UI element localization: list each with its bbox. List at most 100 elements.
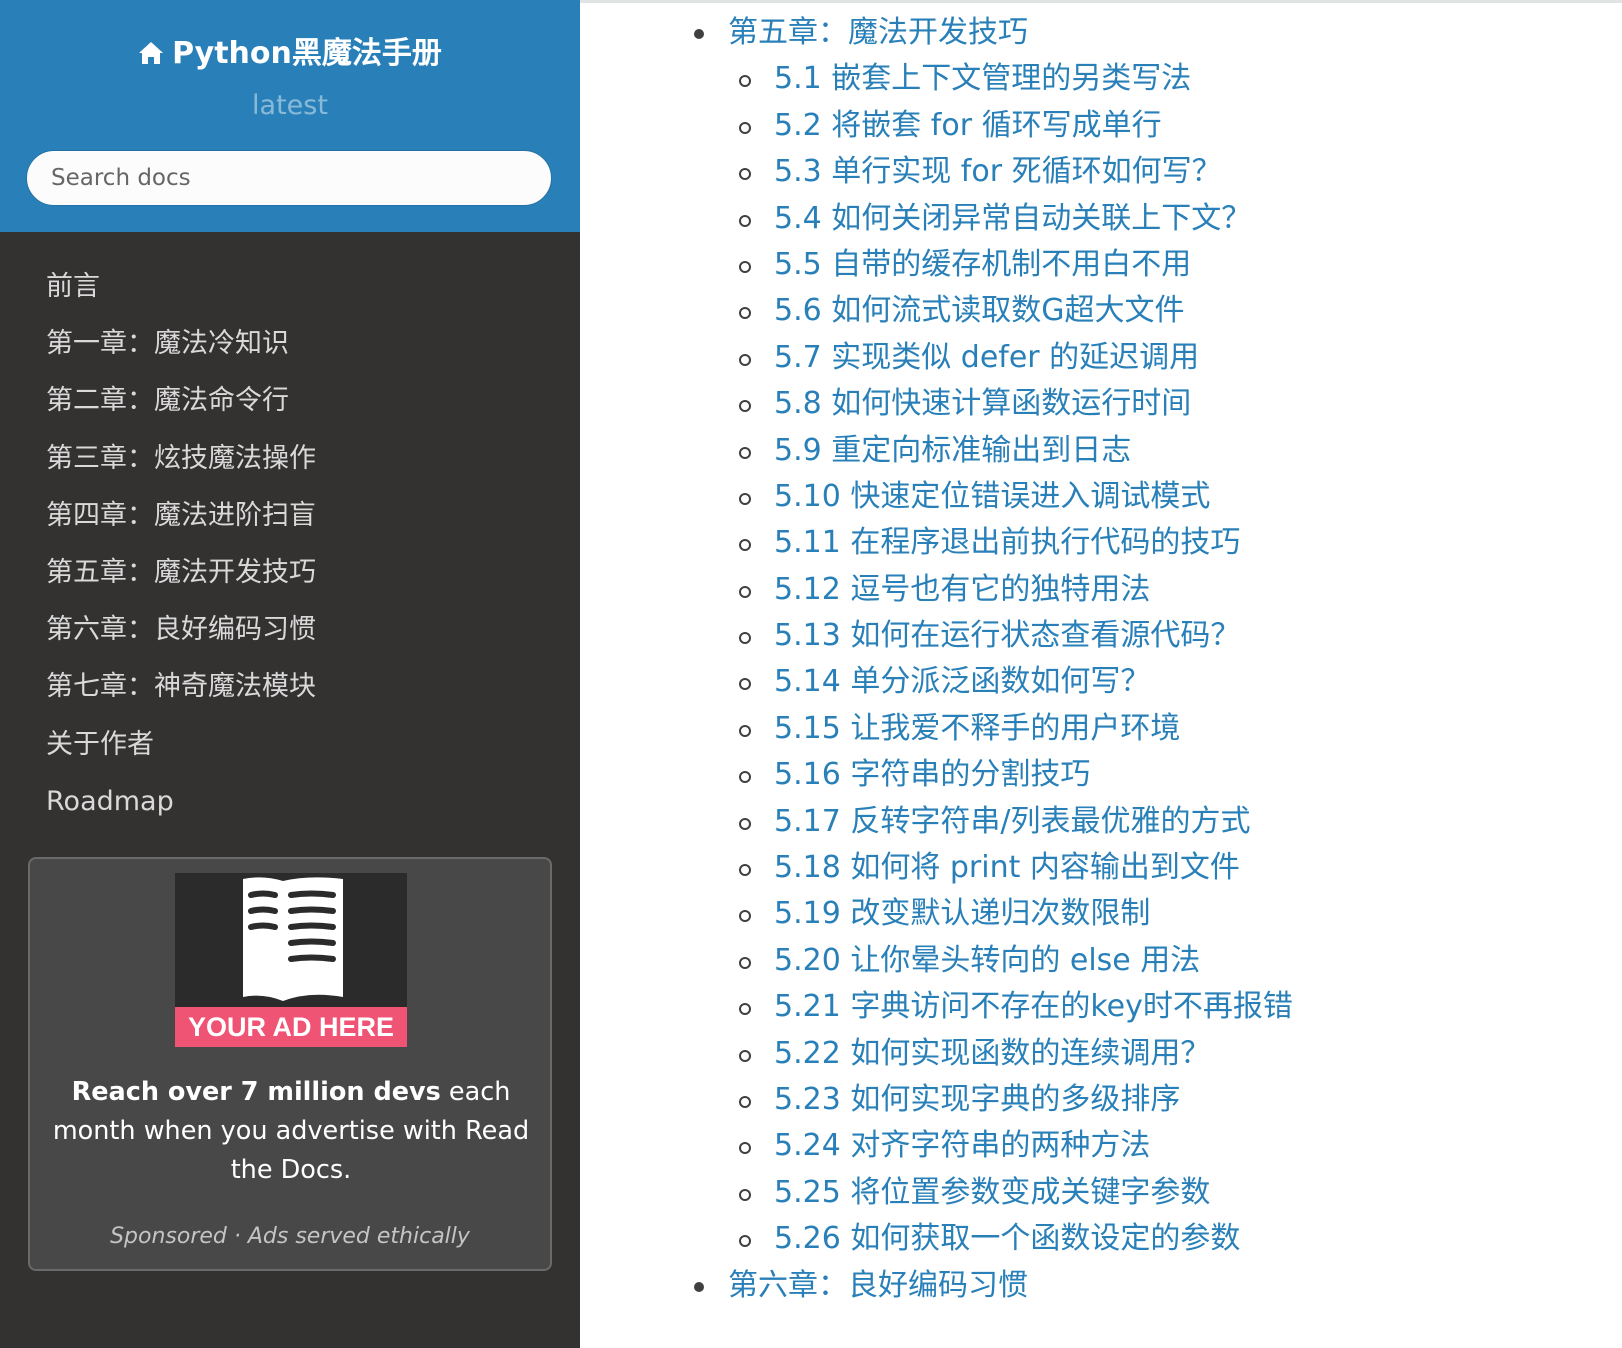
toc-section-label: 5.18 如何将 print 内容输出到文件 xyxy=(774,850,1240,886)
toc-section-label: 5.13 如何在运行状态查看源代码？ xyxy=(774,618,1241,654)
circle-bullet-icon xyxy=(739,1003,751,1016)
ad-text[interactable]: Reach over 7 million devs each month whe… xyxy=(40,1073,542,1190)
toc-section-label: 5.20 让你晕头转向的 else 用法 xyxy=(774,942,1201,978)
circle-bullet-icon xyxy=(739,446,751,459)
sidebar-item-chapter-7[interactable]: 第七章：神奇魔法模块 xyxy=(0,658,580,715)
circle-bullet-icon xyxy=(739,678,751,691)
sponsored-ad[interactable]: YOUR AD HERE Reach over 7 million devs e… xyxy=(28,857,552,1271)
toc-section-label: 5.22 如何实现函数的连续调用？ xyxy=(774,1035,1211,1071)
sidebar-item-preface[interactable]: 前言 xyxy=(0,258,580,315)
toc-section-link[interactable]: 5.19 改变默认递归次数限制 xyxy=(690,891,1610,937)
search-input[interactable] xyxy=(26,150,552,206)
sidebar-item-chapter-6[interactable]: 第六章：良好编码习惯 xyxy=(0,601,580,658)
circle-bullet-icon xyxy=(739,910,751,923)
toc-section-label: 5.7 实现类似 defer 的延迟调用 xyxy=(774,339,1200,375)
ad-ethical-link[interactable]: Ads served ethically xyxy=(248,1224,470,1249)
toc-section-label: 5.26 如何获取一个函数设定的参数 xyxy=(774,1221,1241,1257)
content-top-border xyxy=(580,0,1622,3)
ad-sponsored-label: Sponsored xyxy=(110,1224,227,1249)
toc-section-label: 5.25 将位置参数变成关键字参数 xyxy=(774,1174,1211,1210)
toc-section-link[interactable]: 5.25 将位置参数变成关键字参数 xyxy=(690,1170,1610,1216)
toc-section-label: 5.16 字符串的分割技巧 xyxy=(774,757,1091,793)
toc-section-label: 5.8 如何快速计算函数运行时间 xyxy=(774,386,1192,422)
circle-bullet-icon xyxy=(739,492,751,505)
ad-image[interactable]: YOUR AD HERE xyxy=(175,873,407,1047)
toc-section-link[interactable]: 5.18 如何将 print 内容输出到文件 xyxy=(690,845,1610,891)
toc-section-link[interactable]: 5.23 如何实现字典的多级排序 xyxy=(690,1077,1610,1123)
toc-section-link[interactable]: 5.6 如何流式读取数G超大文件 xyxy=(690,288,1610,334)
toc-section-link[interactable]: 5.12 逗号也有它的独特用法 xyxy=(690,567,1610,613)
sidebar-item-chapter-4[interactable]: 第四章：魔法进阶扫盲 xyxy=(0,487,580,544)
toc-section-link[interactable]: 5.10 快速定位错误进入调试模式 xyxy=(690,474,1610,520)
circle-bullet-icon xyxy=(739,956,751,969)
toc-section-link[interactable]: 5.3 单行实现 for 死循环如何写？ xyxy=(690,149,1610,195)
circle-bullet-icon xyxy=(739,771,751,784)
circle-bullet-icon xyxy=(739,214,751,227)
toc-section-link[interactable]: 5.2 将嵌套 for 循环写成单行 xyxy=(690,103,1610,149)
toc-section-label: 5.10 快速定位错误进入调试模式 xyxy=(774,478,1211,514)
toc-section-label: 5.24 对齐字符串的两种方法 xyxy=(774,1128,1151,1164)
book-icon xyxy=(243,877,343,1001)
circle-bullet-icon xyxy=(739,1188,751,1201)
sidebar-item-about-author[interactable]: 关于作者 xyxy=(0,716,580,773)
circle-bullet-icon xyxy=(739,632,751,645)
bullet-icon xyxy=(694,29,704,39)
sidebar-item-chapter-2[interactable]: 第二章：魔法命令行 xyxy=(0,372,580,429)
toc-section-link[interactable]: 5.1 嵌套上下文管理的另类写法 xyxy=(690,56,1610,102)
toc-chapter-6[interactable]: 第六章：良好编码习惯 xyxy=(690,1263,1610,1309)
toc-section-link[interactable]: 5.20 让你晕头转向的 else 用法 xyxy=(690,938,1610,984)
circle-bullet-icon xyxy=(739,260,751,273)
toc-section-label: 5.23 如何实现字典的多级排序 xyxy=(774,1081,1181,1117)
toc-chapter-6-label: 第六章：良好编码习惯 xyxy=(728,1267,1028,1303)
toc-section-link[interactable]: 5.13 如何在运行状态查看源代码？ xyxy=(690,613,1610,659)
toc-section-link[interactable]: 5.11 在程序退出前执行代码的技巧 xyxy=(690,520,1610,566)
ad-footer: Sponsored · Ads served ethically xyxy=(30,1221,550,1253)
toc-section-label: 5.11 在程序退出前执行代码的技巧 xyxy=(774,525,1241,561)
toc-section-link[interactable]: 5.22 如何实现函数的连续调用？ xyxy=(690,1031,1610,1077)
circle-bullet-icon xyxy=(739,353,751,366)
project-title-link[interactable]: Python黑魔法手册 xyxy=(0,32,580,76)
toc-section-link[interactable]: 5.5 自带的缓存机制不用白不用 xyxy=(690,242,1610,288)
toc-section-link[interactable]: 5.21 字典访问不存在的key时不再报错 xyxy=(690,984,1610,1030)
toc-section-label: 5.15 让我爱不释手的用户环境 xyxy=(774,710,1181,746)
toc-section-link[interactable]: 5.8 如何快速计算函数运行时间 xyxy=(690,381,1610,427)
toc-section-link[interactable]: 5.14 单分派泛函数如何写？ xyxy=(690,659,1610,705)
toc-section-label: 5.4 如何关闭异常自动关联上下文？ xyxy=(774,200,1252,236)
sidebar-item-chapter-1[interactable]: 第一章：魔法冷知识 xyxy=(0,315,580,372)
circle-bullet-icon xyxy=(739,75,751,88)
circle-bullet-icon xyxy=(739,1095,751,1108)
project-title: Python黑魔法手册 xyxy=(172,36,442,71)
circle-bullet-icon xyxy=(739,121,751,134)
toc-section-link[interactable]: 5.24 对齐字符串的两种方法 xyxy=(690,1123,1610,1169)
toc-section-label: 5.17 反转字符串/列表最优雅的方式 xyxy=(774,803,1251,839)
ad-banner: YOUR AD HERE xyxy=(175,1007,407,1047)
bullet-icon xyxy=(694,1281,704,1292)
toc-section-link[interactable]: 5.26 如何获取一个函数设定的参数 xyxy=(690,1216,1610,1262)
toc-section-link[interactable]: 5.16 字符串的分割技巧 xyxy=(690,752,1610,798)
toc-section-link[interactable]: 5.17 反转字符串/列表最优雅的方式 xyxy=(690,799,1610,845)
toc-section-link[interactable]: 5.4 如何关闭异常自动关联上下文？ xyxy=(690,196,1610,242)
sidebar-item-roadmap[interactable]: Roadmap xyxy=(0,773,580,830)
toc-section-label: 5.2 将嵌套 for 循环写成单行 xyxy=(774,107,1162,143)
sidebar-nav: 前言 第一章：魔法冷知识 第二章：魔法命令行 第三章：炫技魔法操作 第四章：魔法… xyxy=(0,258,580,830)
circle-bullet-icon xyxy=(739,1142,751,1155)
circle-bullet-icon xyxy=(739,1049,751,1062)
toc-section-label: 5.9 重定向标准输出到日志 xyxy=(774,432,1132,468)
toc-section-label: 5.1 嵌套上下文管理的另类写法 xyxy=(774,61,1192,97)
toc-sections: 5.1 嵌套上下文管理的另类写法 5.2 将嵌套 for 循环写成单行 5.3 单行… xyxy=(690,56,1610,1262)
toc-section-link[interactable]: 5.7 实现类似 defer 的延迟调用 xyxy=(690,335,1610,381)
sidebar-header: Python黑魔法手册 latest xyxy=(0,0,580,232)
circle-bullet-icon xyxy=(739,539,751,552)
version-label: latest xyxy=(252,90,328,121)
sidebar-item-chapter-3[interactable]: 第三章：炫技魔法操作 xyxy=(0,430,580,487)
sidebar-item-chapter-5[interactable]: 第五章：魔法开发技巧 xyxy=(0,544,580,601)
home-icon xyxy=(139,42,164,64)
circle-bullet-icon xyxy=(739,817,751,830)
toc-section-link[interactable]: 5.15 让我爱不释手的用户环境 xyxy=(690,706,1610,752)
toc-chapter-5[interactable]: 第五章：魔法开发技巧 xyxy=(690,10,1610,56)
circle-bullet-icon xyxy=(739,168,751,181)
toc-section-label: 5.6 如何流式读取数G超大文件 xyxy=(774,293,1185,329)
toc-section-link[interactable]: 5.9 重定向标准输出到日志 xyxy=(690,428,1610,474)
toc-tree: 第五章：魔法开发技巧 5.1 嵌套上下文管理的另类写法 5.2 将嵌套 for 循… xyxy=(690,10,1610,1309)
toc-section-label: 5.5 自带的缓存机制不用白不用 xyxy=(774,246,1192,282)
